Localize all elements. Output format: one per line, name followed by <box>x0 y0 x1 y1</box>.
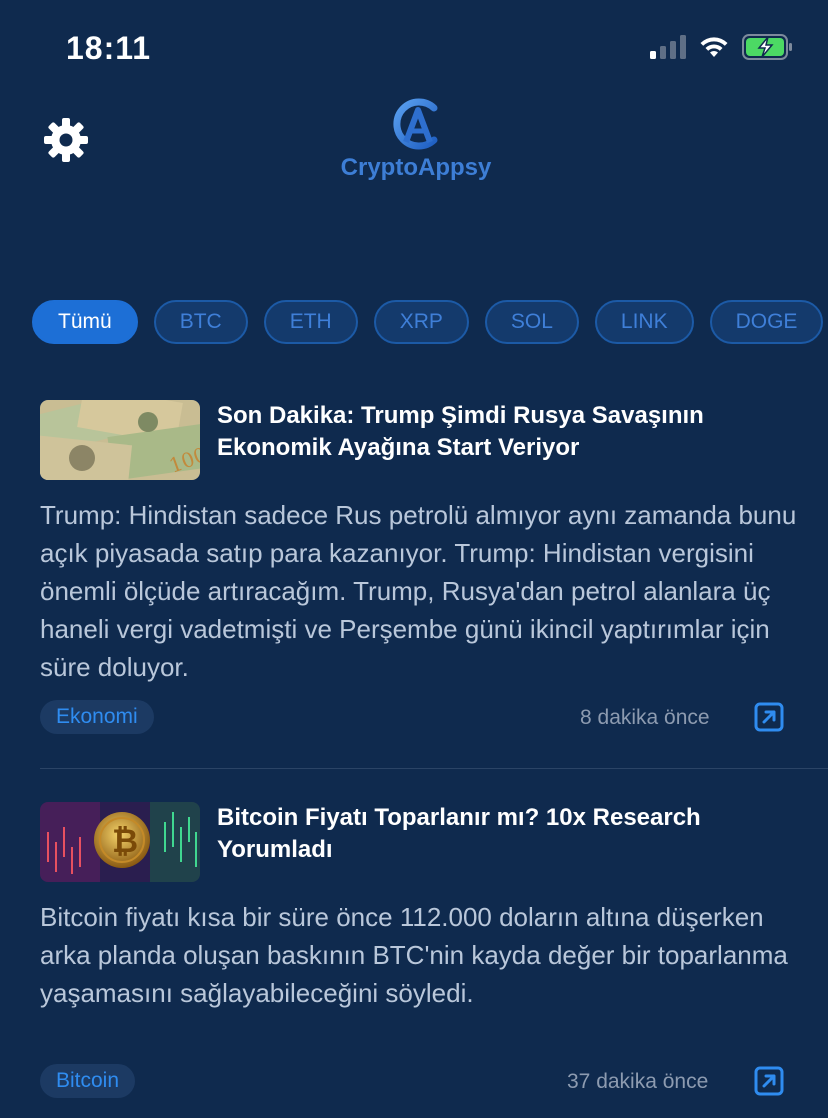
news-item[interactable]: 100 Son Dakika: Trump Şimdi Rusya Savaşı… <box>40 400 828 740</box>
logo-text: CryptoAppsy <box>340 154 492 181</box>
filter-chip-eth[interactable]: ETH <box>263 300 358 344</box>
filter-chip-bar: Tümü BTC ETH XRP SOL LINK DOGE <box>32 300 828 348</box>
filter-chip-link[interactable]: LINK <box>594 300 694 344</box>
status-bar: 18:11 <box>0 0 828 100</box>
external-link-icon[interactable] <box>754 1066 784 1096</box>
news-thumbnail: ₿ <box>40 802 200 882</box>
cryptoappsy-logo-icon <box>393 98 438 150</box>
gear-icon <box>44 118 88 162</box>
news-title: Son Dakika: Trump Şimdi Rusya Savaşının … <box>217 402 704 461</box>
news-item[interactable]: ₿ Bitcoin Fiyatı Toparlanır mı? 10x Rese… <box>40 802 828 1118</box>
battery-charging-icon <box>742 34 792 60</box>
news-time: 8 dakika önce <box>580 706 710 729</box>
status-icons <box>650 34 794 60</box>
svg-text:₿: ₿ <box>112 822 138 860</box>
news-time: 37 dakika önce <box>567 1070 709 1093</box>
filter-chip-xrp[interactable]: XRP <box>373 300 469 344</box>
bitcoin-image: ₿ <box>40 802 200 882</box>
settings-button[interactable] <box>42 116 90 164</box>
cellular-signal-icon <box>650 35 686 59</box>
filter-chip-btc[interactable]: BTC <box>153 300 248 344</box>
filter-chip-doge[interactable]: DOGE <box>709 300 824 344</box>
news-tag[interactable]: Bitcoin <box>40 1064 136 1098</box>
filter-chip-all[interactable]: Tümü <box>32 300 138 344</box>
news-body: Trump: Hindistan sadece Rus petrolü almı… <box>40 500 797 682</box>
filter-chip-sol[interactable]: SOL <box>484 300 579 344</box>
external-link-icon[interactable] <box>754 702 784 732</box>
news-body: Bitcoin fiyatı kısa bir süre önce 112.00… <box>40 902 788 1008</box>
money-image: 100 <box>40 400 200 480</box>
wifi-icon <box>700 37 728 57</box>
news-divider <box>40 768 828 769</box>
status-time: 18:11 <box>66 30 152 66</box>
news-tag[interactable]: Ekonomi <box>40 700 154 734</box>
news-title: Bitcoin Fiyatı Toparlanır mı? 10x Resear… <box>217 804 701 863</box>
app-logo: CryptoAppsy <box>328 96 504 188</box>
news-thumbnail: 100 <box>40 400 200 480</box>
